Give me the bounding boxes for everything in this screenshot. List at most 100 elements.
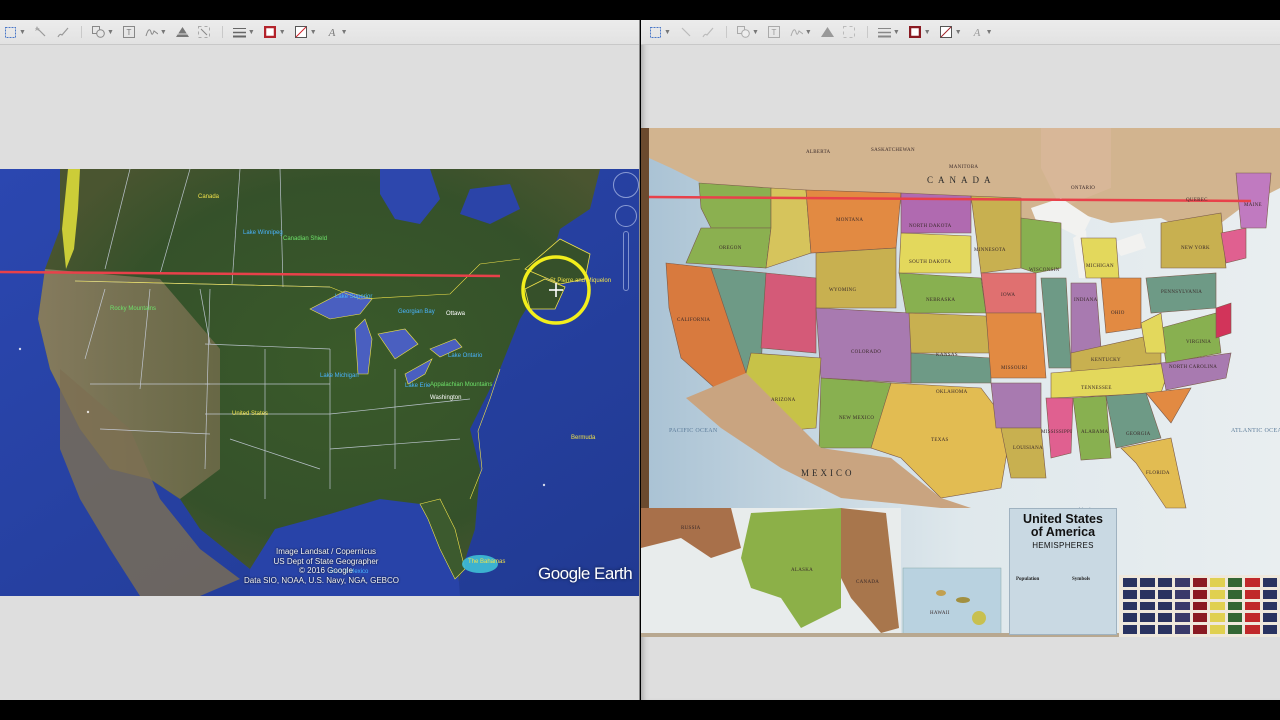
adjust-size-button[interactable] (198, 23, 211, 41)
state-label: SASKATCHEWAN (871, 148, 915, 153)
move-joystick-control[interactable] (615, 205, 637, 227)
pen-icon (702, 26, 715, 39)
state-label: KANSAS (936, 353, 958, 358)
state-label: TENNESSEE (1081, 386, 1112, 391)
state-flag (1192, 589, 1208, 599)
ocean-label: ATLANTIC OCEAN (1231, 428, 1280, 434)
state-label: INDIANA (1074, 298, 1098, 303)
border-color-button[interactable]: ▼ (909, 23, 931, 41)
font-icon: A (326, 26, 339, 39)
state-flag (1157, 625, 1173, 634)
state-label: GEORGIA (1126, 432, 1151, 437)
state-flag (1175, 613, 1190, 623)
text-box-icon: T (768, 26, 781, 39)
fill-color-button[interactable]: ▼ (940, 23, 962, 41)
map-label: St Pierre and Miquelon (550, 278, 612, 284)
state-label: OKLAHOMA (936, 390, 968, 395)
canada-label: CANADA (927, 175, 996, 185)
state-flag (1140, 625, 1155, 634)
state-label: FLORIDA (1146, 471, 1170, 476)
state-flag (1227, 625, 1243, 634)
text-style-button[interactable]: A ▼ (971, 23, 993, 41)
map-label: Lake Erie (405, 383, 431, 389)
google-earth-map-image: Canada Lake Winnipeg Canadian Shield Roc… (0, 169, 639, 596)
state-label: TEXAS (931, 438, 949, 443)
mexico-label: MEXICO (801, 468, 855, 478)
state-flag (1262, 589, 1277, 599)
state-flag (1210, 613, 1225, 623)
adjust-size-button[interactable] (843, 23, 856, 41)
state-label: QUEBEC (1186, 198, 1208, 203)
instant-alpha-button[interactable] (35, 23, 48, 41)
map-label: The Bahamas (468, 559, 506, 565)
map-label: Lake Ontario (448, 353, 483, 359)
selection-tool-button[interactable]: ▼ (4, 23, 26, 41)
state-label: CALIFORNIA (677, 318, 711, 323)
chevron-down-icon: ▼ (664, 28, 671, 36)
sign-button[interactable]: ▼ (790, 23, 812, 41)
instant-alpha-button[interactable] (680, 23, 693, 41)
state-flag (1192, 625, 1208, 634)
google-earth-logo: Google Earth (538, 564, 633, 583)
state-label: MICHIGAN (1086, 264, 1114, 269)
text-style-button[interactable]: A ▼ (326, 23, 348, 41)
video-letterbox-bottom (0, 700, 1280, 720)
state-flag (1157, 578, 1173, 587)
state-label: MAINE (1244, 203, 1262, 208)
state-flag (1262, 625, 1277, 634)
state-flag (1123, 625, 1138, 634)
border-color-button[interactable]: ▼ (264, 23, 286, 41)
attribution-line: © 2016 Google (299, 566, 353, 575)
fill-color-icon (940, 26, 953, 39)
sketch-button[interactable] (57, 23, 70, 41)
shapes-button[interactable]: ▼ (91, 23, 114, 41)
chevron-down-icon: ▼ (892, 28, 900, 36)
look-joystick-control[interactable] (613, 172, 639, 198)
map-label: Canada (198, 194, 220, 200)
chevron-down-icon: ▼ (278, 28, 286, 36)
markup-toolbar: ▼ ▼ T ▼ ▼ ▼ ▼ A ▼ (641, 20, 1280, 45)
state-flag (1245, 625, 1260, 634)
text-button[interactable]: T (768, 23, 781, 41)
state-label: MONTANA (836, 218, 864, 223)
legend-heading: Symbols (1072, 577, 1091, 582)
state-flag (1262, 578, 1277, 587)
sign-button[interactable]: ▼ (145, 23, 167, 41)
shape-style-button[interactable]: ▼ (232, 23, 255, 41)
toolbar-divider (221, 26, 223, 38)
signature-icon (790, 26, 803, 39)
chevron-down-icon: ▼ (159, 28, 167, 36)
map-title-line: of America (1030, 525, 1096, 539)
fill-color-button[interactable]: ▼ (295, 23, 317, 41)
prism-icon (175, 26, 189, 39)
text-button[interactable]: T (123, 23, 136, 41)
adjust-color-button[interactable] (175, 23, 189, 41)
shapes-button[interactable]: ▼ (736, 23, 759, 41)
zoom-slider[interactable] (623, 231, 629, 291)
state-flag (1175, 578, 1190, 587)
chevron-down-icon: ▼ (985, 28, 993, 36)
svg-text:A: A (973, 27, 981, 38)
selection-tool-button[interactable]: ▼ (649, 23, 671, 41)
chevron-down-icon: ▼ (804, 28, 812, 36)
state-label: IOWA (1001, 293, 1016, 298)
map-label: Washington (430, 395, 462, 401)
map-label: Canadian Shield (283, 236, 328, 242)
state-flag (1123, 578, 1138, 587)
state-label: ONTARIO (1071, 186, 1096, 191)
attribution-line: Data SIO, NOAA, U.S. Navy, NGA, GEBCO (244, 575, 399, 585)
svg-text:T: T (127, 28, 132, 37)
state-flag (1123, 613, 1138, 623)
state-label: SOUTH DAKOTA (909, 260, 952, 265)
adjust-color-button[interactable] (820, 23, 834, 41)
inset-label: CANADA (856, 580, 880, 585)
state-flag (1227, 613, 1243, 623)
state-flag (1210, 625, 1225, 634)
sketch-button[interactable] (702, 23, 715, 41)
map-label: Ottawa (446, 311, 466, 317)
state-label: NEW YORK (1181, 246, 1210, 251)
state-label: MINNESOTA (974, 248, 1006, 253)
toolbar-divider (80, 26, 82, 38)
state-label: NORTH DAKOTA (909, 224, 952, 229)
shape-style-button[interactable]: ▼ (877, 23, 900, 41)
